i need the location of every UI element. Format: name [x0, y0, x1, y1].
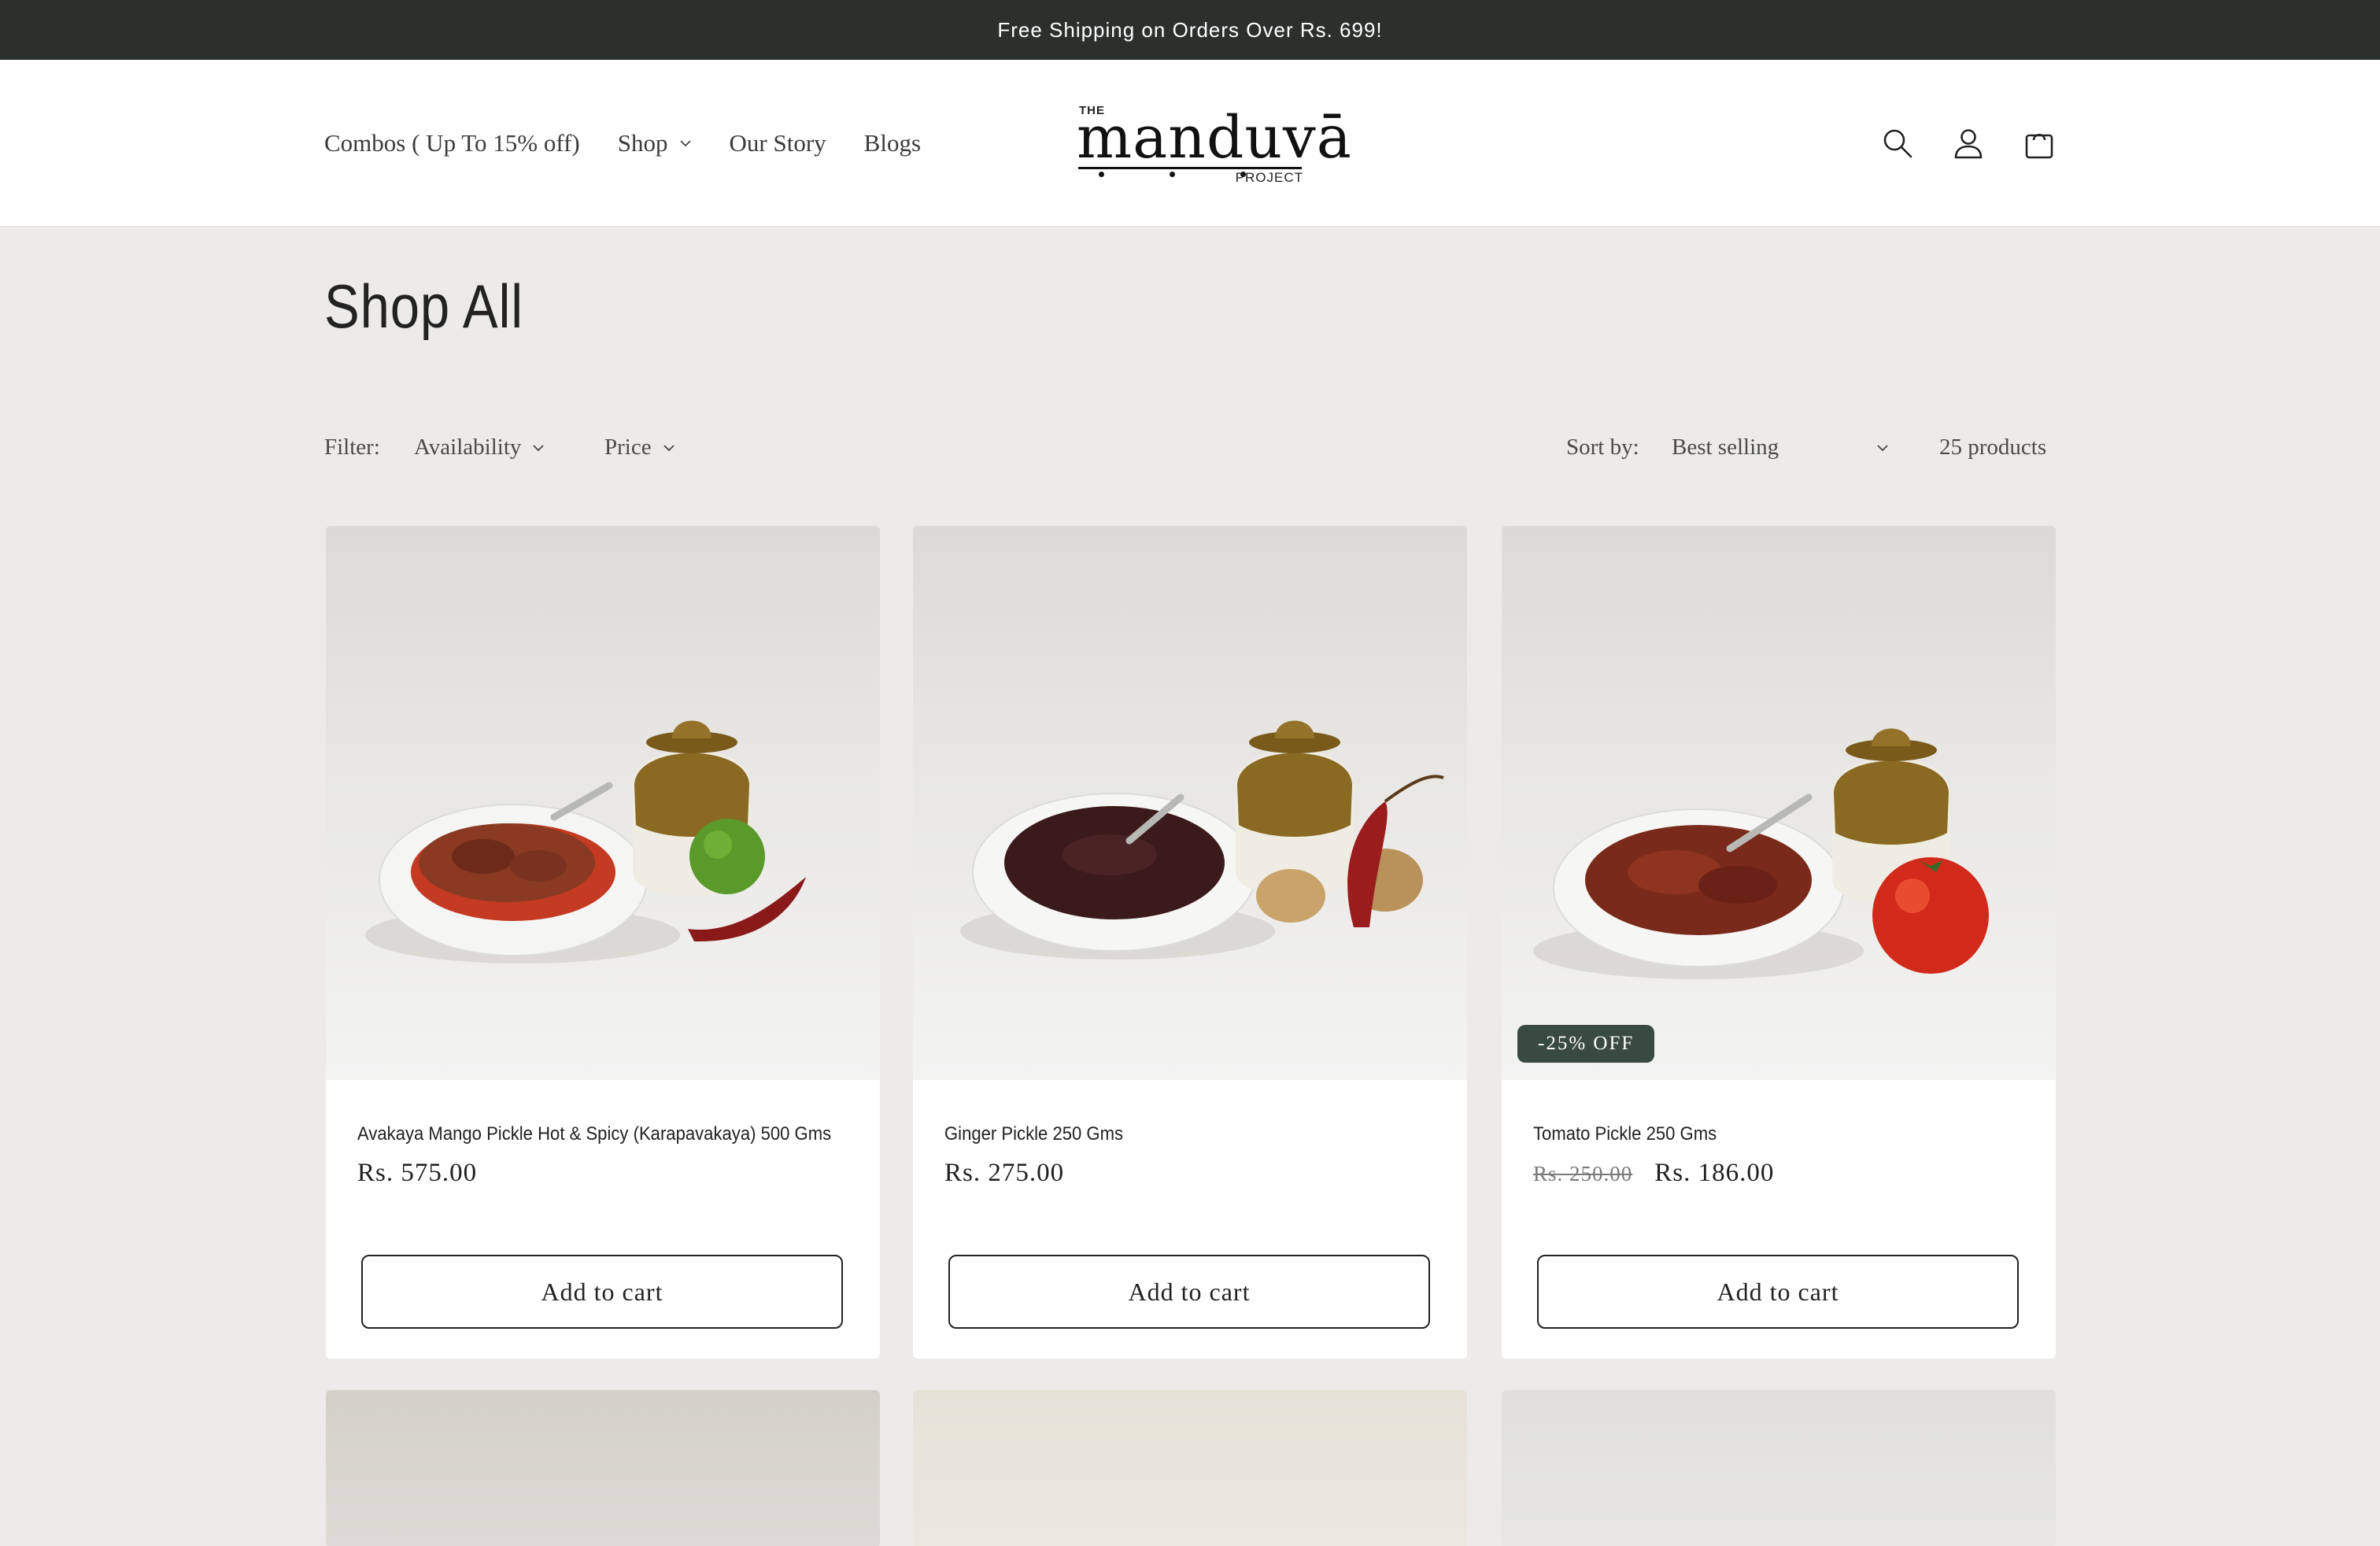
account-icon[interactable]: [1952, 127, 1985, 160]
product-card-partial[interactable]: [326, 1390, 880, 1546]
product-image[interactable]: [913, 526, 1467, 1080]
product-old-price: Rs. 250.00: [1533, 1162, 1633, 1185]
nav-label: Our Story: [729, 129, 826, 157]
chevron-down-icon: [679, 140, 691, 147]
chevron-down-icon: [1877, 444, 1888, 451]
sort-label: Sort by:: [1566, 435, 1639, 460]
product-image[interactable]: -25% OFF: [1502, 526, 2056, 1080]
nav-label: Blogs: [863, 129, 922, 157]
product-price: Rs. 186.00: [1654, 1159, 1775, 1187]
chevron-down-icon: [533, 444, 545, 451]
product-price-block: Rs. 250.00 Rs. 186.00: [1533, 1159, 2024, 1188]
product-photo: [960, 720, 1444, 960]
logo-underline: [1078, 167, 1302, 169]
add-to-cart-button[interactable]: Add to cart: [361, 1255, 843, 1329]
product-info: Avakaya Mango Pickle Hot & Spicy (Karapa…: [326, 1080, 880, 1359]
header-icons: [1881, 60, 2056, 227]
logo-dot: [1099, 172, 1104, 177]
logo-project: PROJECT: [1235, 170, 1303, 185]
logo-dot: [1170, 172, 1175, 177]
availability-filter[interactable]: Availability: [414, 435, 545, 460]
search-icon[interactable]: [1881, 127, 1914, 160]
filter-label: Filter:: [324, 435, 380, 460]
product-info: Tomato Pickle 250 Gms Rs. 250.00 Rs. 186.…: [1502, 1080, 2056, 1359]
sort-select[interactable]: Best selling: [1672, 435, 1889, 460]
product-card[interactable]: -25% OFF Tomato Pickle 250 Gms Rs. 250.0…: [1502, 526, 2056, 1359]
availability-label: Availability: [414, 435, 522, 460]
announcement-bar: Free Shipping on Orders Over Rs. 699!: [0, 0, 2380, 60]
product-price: Rs. 575.00: [357, 1159, 478, 1187]
filter-bar: Filter: Availability Price Sort by: Best…: [324, 435, 2056, 468]
product-name[interactable]: Avakaya Mango Pickle Hot & Spicy (Karapa…: [357, 1121, 835, 1148]
brand-logo[interactable]: THE manduvā PROJECT: [1077, 101, 1351, 187]
product-card[interactable]: Ginger Pickle 250 Gms Rs. 275.00 Add to …: [913, 526, 1467, 1359]
product-image[interactable]: [326, 526, 880, 1080]
product-photo: [1533, 728, 1989, 979]
add-to-cart-button[interactable]: Add to cart: [1537, 1255, 2019, 1329]
product-info: Ginger Pickle 250 Gms Rs. 275.00 Add to …: [913, 1080, 1467, 1359]
page-title: Shop All: [324, 272, 524, 341]
product-price: Rs. 275.00: [944, 1159, 1065, 1187]
product-count: 25 products: [1939, 435, 2047, 460]
main-nav: Combos ( Up To 15% off) Shop Our Story B…: [324, 60, 921, 227]
chevron-down-icon: [663, 444, 674, 451]
product-card-partial[interactable]: [1502, 1390, 2056, 1546]
logo-brand: manduvā: [1077, 104, 1352, 172]
add-to-cart-button[interactable]: Add to cart: [948, 1255, 1430, 1329]
nav-label: Shop: [617, 129, 668, 157]
sort-value: Best selling: [1672, 435, 1779, 460]
discount-badge: -25% OFF: [1517, 1025, 1655, 1063]
price-filter-label: Price: [604, 435, 652, 460]
nav-item-blogs[interactable]: Blogs: [864, 129, 921, 157]
cart-icon[interactable]: [2023, 127, 2056, 160]
product-card-partial[interactable]: [913, 1390, 1467, 1546]
announcement-text: Free Shipping on Orders Over Rs. 699!: [997, 17, 1383, 42]
product-card[interactable]: Avakaya Mango Pickle Hot & Spicy (Karapa…: [326, 526, 880, 1359]
site-header: Combos ( Up To 15% off) Shop Our Story B…: [0, 60, 2380, 227]
nav-item-shop[interactable]: Shop: [618, 129, 692, 157]
nav-item-our-story[interactable]: Our Story: [730, 129, 826, 157]
product-photo: [365, 720, 806, 963]
nav-label: Combos ( Up To 15% off): [324, 129, 580, 157]
product-name[interactable]: Ginger Pickle 250 Gms: [944, 1121, 1422, 1148]
nav-item-combos[interactable]: Combos ( Up To 15% off): [324, 129, 580, 157]
price-filter[interactable]: Price: [604, 435, 675, 460]
product-name[interactable]: Tomato Pickle 250 Gms: [1533, 1121, 2011, 1148]
